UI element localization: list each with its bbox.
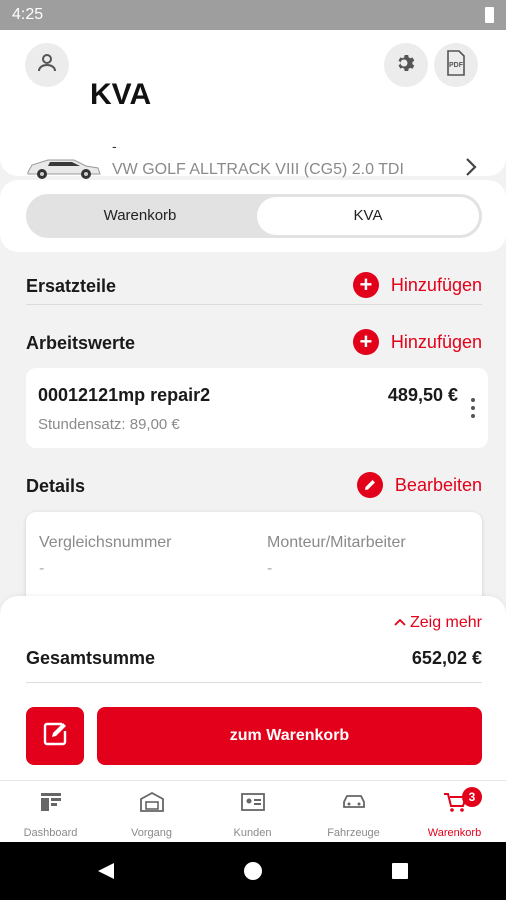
contact-card-icon [240, 791, 266, 818]
chevron-up-icon [393, 614, 410, 631]
recents-icon[interactable] [391, 862, 409, 885]
home-icon[interactable] [243, 861, 263, 886]
ersatzteile-label: Ersatzteile [26, 276, 117, 296]
svg-text:PDF: PDF [449, 62, 464, 69]
divider [26, 304, 482, 305]
total-value: 652,02 € [411, 648, 482, 668]
details-card: Vergleichsnummer - Monteur/Mitarbeiter - [26, 512, 482, 602]
nav-item-fahrzeuge[interactable]: Fahrzeuge [303, 781, 404, 843]
chevron-right-icon [464, 156, 478, 183]
work-item-rate: Stundensatz: 89,00 € [38, 416, 180, 433]
nav-label: Warenkorb [427, 827, 482, 839]
details-section: Details Bearbeiten [26, 466, 482, 506]
arbeitswerte-label: Arbeitswerte [26, 333, 136, 353]
plus-icon: + [352, 329, 379, 355]
battery-icon [485, 7, 494, 23]
cart-count-badge: 3 [462, 787, 482, 807]
total-label: Gesamtsumme [26, 648, 156, 668]
vehicle-plate: - [112, 138, 117, 154]
details-field-value: - [39, 560, 45, 577]
system-nav-bar [0, 842, 506, 900]
view-toggle: Warenkorb KVA [26, 194, 482, 238]
details-field-label: Monteur/Mitarbeiter [267, 534, 406, 551]
tab-kva[interactable]: KVA [257, 197, 479, 235]
to-cart-button[interactable]: zum Warenkorb [97, 707, 482, 765]
pdf-button[interactable]: PDF [434, 43, 478, 87]
status-time: 4:25 [12, 6, 44, 23]
nav-item-dashboard[interactable]: Dashboard [0, 781, 101, 843]
nav-label: Kunden [233, 827, 272, 839]
more-vert-icon[interactable] [470, 398, 476, 422]
status-bar: 4:25 [0, 0, 506, 30]
page-title: KVA [90, 78, 152, 111]
nav-label: Vorgang [131, 827, 172, 839]
divider [26, 682, 482, 683]
garage-icon [139, 791, 165, 818]
dashboard-icon [39, 791, 63, 818]
back-icon[interactable] [96, 861, 116, 886]
car-icon [341, 791, 367, 818]
nav-label: Dashboard [23, 827, 78, 839]
gear-icon [394, 51, 418, 80]
settings-button[interactable] [384, 43, 428, 87]
edit-icon [40, 719, 70, 754]
pencil-icon [356, 472, 383, 498]
details-field-label: Vergleichsnummer [39, 534, 172, 551]
work-item-title: 00012121mp repair2 [38, 385, 211, 405]
profile-button[interactable] [25, 43, 69, 87]
nav-label: Fahrzeuge [327, 827, 380, 839]
show-more-label: Zeig mehr [409, 614, 482, 631]
add-arbeitswerte-label: Hinzufügen [390, 331, 482, 352]
add-ersatzteile-label: Hinzufügen [390, 274, 482, 295]
summary-panel: Zeig mehr Gesamtsumme 652,02 € zum Waren… [0, 596, 506, 780]
nav-item-warenkorb[interactable]: 3 Warenkorb [404, 781, 505, 843]
edit-details-button[interactable]: Bearbeiten [356, 472, 482, 498]
work-item-card[interactable]: 00012121mp repair2 Stundensatz: 89,00 € … [26, 368, 488, 448]
add-ersatzteile-button[interactable]: + Hinzufügen [352, 272, 482, 298]
pdf-icon: PDF [444, 49, 468, 81]
plus-icon: + [352, 272, 379, 298]
view-toggle-card: Warenkorb KVA [0, 180, 506, 252]
bottom-nav: Dashboard Vorgang Kunden Fahrzeuge 3 War… [0, 780, 506, 842]
add-arbeitswerte-button[interactable]: + Hinzufügen [352, 329, 482, 355]
edit-button[interactable] [26, 707, 84, 765]
nav-item-kunden[interactable]: Kunden [202, 781, 303, 843]
details-field-value: - [267, 560, 273, 577]
arbeitswerte-section: Arbeitswerte + Hinzufügen [26, 323, 482, 363]
header: KVA PDF - VW GOLF ALLTRACK VIII (CG5) 2.… [0, 30, 506, 198]
edit-details-label: Bearbeiten [394, 474, 482, 495]
ersatzteile-section: Ersatzteile + Hinzufügen [26, 266, 482, 306]
work-item-price: 489,50 € [387, 385, 458, 405]
details-label: Details [26, 476, 86, 496]
tab-warenkorb[interactable]: Warenkorb [26, 194, 254, 238]
nav-item-vorgang[interactable]: Vorgang [101, 781, 202, 843]
show-more-button[interactable]: Zeig mehr [393, 614, 482, 632]
user-icon [35, 51, 59, 80]
